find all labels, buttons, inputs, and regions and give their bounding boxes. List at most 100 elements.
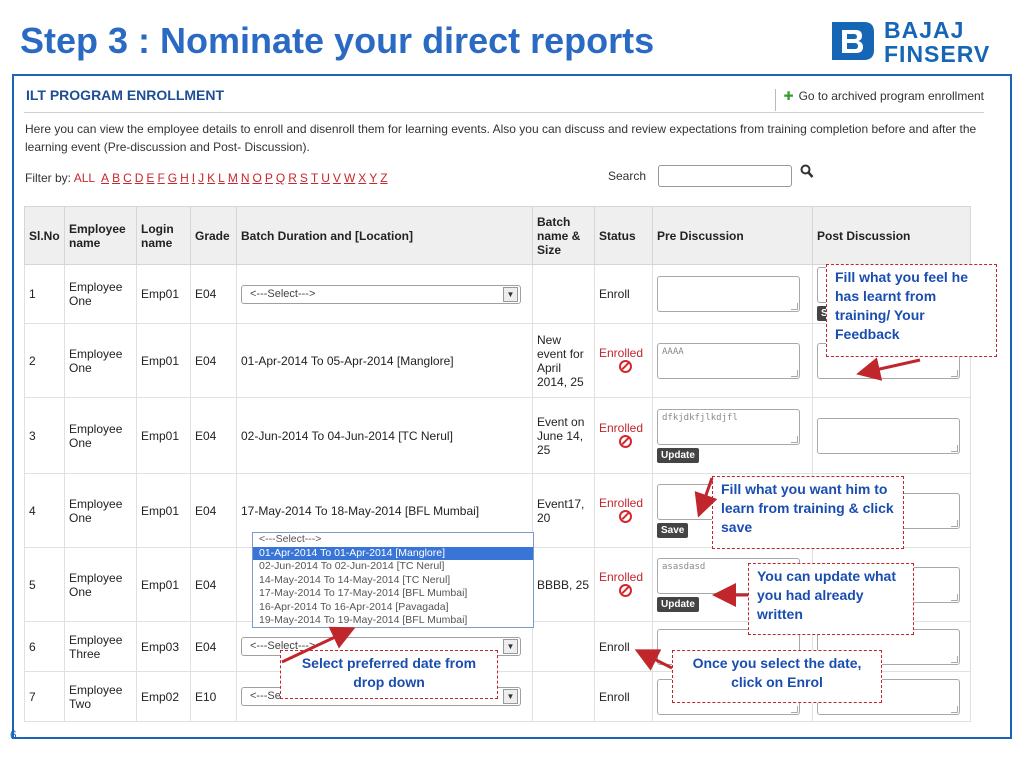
filter-letter-e[interactable]: E <box>146 171 154 185</box>
filter-letter-x[interactable]: X <box>358 171 366 185</box>
filter-letter-f[interactable]: F <box>157 171 164 185</box>
batch-dropdown-list[interactable]: <---Select---> 01-Apr-2014 To 01-Apr-2014… <box>252 532 534 628</box>
filter-letter-r[interactable]: R <box>288 171 297 185</box>
disenroll-icon[interactable] <box>619 509 632 523</box>
cell-login-name: Emp01 <box>136 547 191 622</box>
filter-letter-g[interactable]: G <box>168 171 177 185</box>
cell-employee-name: Employee Two <box>64 671 137 722</box>
enroll-link[interactable]: Enroll <box>599 690 648 704</box>
cell-grade: E04 <box>190 473 237 548</box>
search-icon[interactable] <box>800 164 814 180</box>
filter-letter-p[interactable]: P <box>265 171 273 185</box>
filter-letter-c[interactable]: C <box>123 171 132 185</box>
cell-grade: E04 <box>190 547 237 622</box>
cell-grade: E04 <box>190 621 237 672</box>
filter-letter-y[interactable]: Y <box>369 171 377 185</box>
search-label: Search <box>608 169 647 183</box>
dropdown-option[interactable]: <---Select---> <box>253 533 533 547</box>
filter-all[interactable]: ALL <box>74 171 95 185</box>
filter-letter-v[interactable]: V <box>333 171 341 185</box>
cell-employee-name: Employee One <box>64 264 137 324</box>
filter-letter-m[interactable]: M <box>228 171 238 185</box>
filter-letter-d[interactable]: D <box>135 171 144 185</box>
cell-status[interactable]: Enroll <box>594 621 653 672</box>
col-header: Grade <box>190 206 237 265</box>
col-header: Sl.No <box>24 206 65 265</box>
logo-mark-icon <box>832 22 874 60</box>
pre-update-button[interactable]: Update <box>657 596 699 612</box>
filter-letter-k[interactable]: K <box>207 171 215 185</box>
filter-letter-t[interactable]: T <box>311 171 318 185</box>
cell-sl-no: 1 <box>24 264 65 324</box>
pre-save-button[interactable]: Save <box>657 522 689 538</box>
filter-letter-q[interactable]: Q <box>276 171 285 185</box>
callout-post-feedback: Fill what you feel he has learnt from tr… <box>826 264 997 357</box>
cell-employee-name: Employee One <box>64 397 137 474</box>
cell-batch-name: Event on June 14, 25 <box>532 397 595 474</box>
filter-letter-a[interactable]: A <box>101 171 109 185</box>
archived-link-label: Go to archived program enrollment <box>798 89 984 103</box>
app-panel: ILT PROGRAM ENROLLMENT ✚ Go to archived p… <box>12 74 1012 739</box>
filter-letter-s[interactable]: S <box>300 171 308 185</box>
dropdown-option[interactable]: 19-May-2014 To 19-May-2014 [BFL Mumbai] <box>253 614 533 628</box>
chevron-down-icon[interactable]: ▼ <box>503 286 518 302</box>
chevron-down-icon[interactable]: ▼ <box>503 639 518 654</box>
plus-icon: ✚ <box>783 89 794 103</box>
filter-letter-u[interactable]: U <box>321 171 330 185</box>
dropdown-option[interactable]: 14-May-2014 To 14-May-2014 [TC Nerul] <box>253 574 533 588</box>
status-enrolled: Enrolled <box>599 420 644 435</box>
search-input[interactable] <box>658 165 792 187</box>
cell-sl-no: 4 <box>24 473 65 548</box>
col-header: Login name <box>136 206 191 265</box>
filter-letter-w[interactable]: W <box>344 171 355 185</box>
col-header: Employee name <box>64 206 137 265</box>
cell-status[interactable]: Enroll <box>594 671 653 722</box>
dropdown-option[interactable]: 01-Apr-2014 To 01-Apr-2014 [Manglore] <box>253 546 533 560</box>
cell-batch-name: New event for April 2014, 25 <box>532 323 595 398</box>
disenroll-icon[interactable] <box>619 434 632 448</box>
logo-line1: BAJAJ <box>884 17 965 43</box>
pre-discussion-textarea[interactable]: AAAA <box>657 342 800 379</box>
filter-letter-o[interactable]: O <box>253 171 262 185</box>
archived-program-link[interactable]: ✚ Go to archived program enrollment <box>774 89 984 111</box>
cell-batch-duration: 02-Jun-2014 To 04-Jun-2014 [TC Nerul] <box>236 397 533 474</box>
filter-letter-h[interactable]: H <box>180 171 189 185</box>
cell-employee-name: Employee One <box>64 473 137 548</box>
cell-login-name: Emp01 <box>136 323 191 398</box>
enroll-link[interactable]: Enroll <box>599 287 648 301</box>
pre-discussion-textarea[interactable] <box>657 276 800 312</box>
filter-letter-n[interactable]: N <box>241 171 250 185</box>
disenroll-icon[interactable] <box>619 359 632 373</box>
filter-letter-z[interactable]: Z <box>380 171 387 185</box>
slide-title: Step 3 : Nominate your direct reports <box>20 20 655 61</box>
cell-employee-name: Employee Three <box>64 621 137 672</box>
cell-employee-name: Employee One <box>64 323 137 398</box>
app-title: ILT PROGRAM ENROLLMENT <box>26 87 225 103</box>
batch-select-value: <---Select---> <box>250 287 316 300</box>
pre-discussion-textarea[interactable]: dfkjdkfjlkdjfl <box>657 408 800 445</box>
dropdown-option[interactable]: 16-Apr-2014 To 16-Apr-2014 [Pavagada] <box>253 601 533 615</box>
filter-bar: Filter by: ALL A B C D E F G H I J K L M N O P Q R S T U V W X Y Z <box>25 171 391 185</box>
disenroll-icon[interactable] <box>619 583 632 597</box>
dropdown-option[interactable]: 02-Jun-2014 To 02-Jun-2014 [TC Nerul] <box>253 560 533 574</box>
post-discussion-textarea[interactable] <box>817 417 960 454</box>
enroll-link[interactable]: Enroll <box>599 640 648 654</box>
cell-login-name: Emp03 <box>136 621 191 672</box>
filter-letter-b[interactable]: B <box>112 171 120 185</box>
cell-batch-name <box>532 621 595 672</box>
cell-grade: E10 <box>190 671 237 722</box>
cell-pre-discussion: dfkjdkfjlkdjfl Update <box>652 397 813 474</box>
pre-update-button[interactable]: Update <box>657 447 699 463</box>
cell-status[interactable]: Enroll <box>594 264 653 324</box>
filter-letter-l[interactable]: L <box>218 171 225 185</box>
batch-select[interactable]: <---Select---> ▼ <box>241 284 521 304</box>
chevron-down-icon[interactable]: ▼ <box>503 689 518 704</box>
filter-letter-j[interactable]: J <box>198 171 204 185</box>
callout-enroll: Once you select the date, click on Enrol <box>672 650 882 703</box>
status-enrolled: Enrolled <box>599 345 644 360</box>
cell-login-name: Emp02 <box>136 671 191 722</box>
cell-batch-name: Event17, 20 <box>532 473 595 548</box>
dropdown-option[interactable]: 17-May-2014 To 17-May-2014 [BFL Mumbai] <box>253 587 533 601</box>
filter-letter-i[interactable]: I <box>192 171 195 185</box>
col-header: Batch Duration and [Location] <box>236 206 533 265</box>
